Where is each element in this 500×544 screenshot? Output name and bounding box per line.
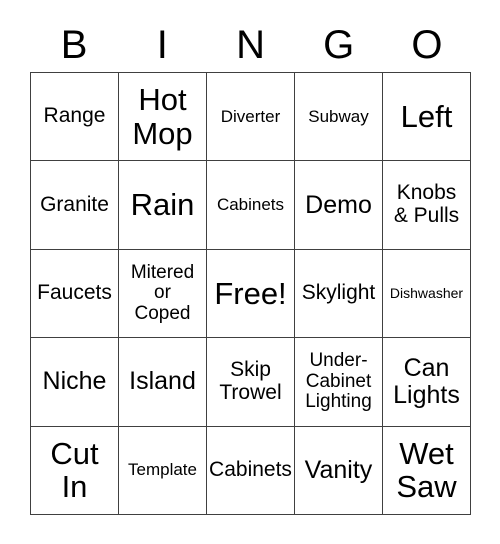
bingo-cell-b3[interactable]: Faucets	[31, 249, 119, 339]
bingo-header-letter-n: N	[236, 23, 265, 67]
bingo-row-4: Niche Island Skip Trowel Under- Cabinet …	[31, 338, 471, 427]
bingo-cell-label: Template	[128, 460, 197, 480]
bingo-cell-i3[interactable]: Mitered or Coped	[119, 249, 207, 339]
bingo-cell-label: Hot Mop	[132, 82, 193, 151]
bingo-header-letter-i: I	[156, 23, 168, 67]
bingo-row-1: Range Hot Mop Diverter Subway Left	[31, 73, 471, 162]
bingo-cell-label: Niche	[42, 367, 107, 396]
bingo-cell-n5[interactable]: Cabinets	[207, 426, 295, 516]
bingo-cell-b4[interactable]: Niche	[31, 338, 119, 427]
bingo-cell-label: Range	[43, 104, 106, 128]
bingo-header-letter-o: O	[411, 23, 443, 67]
bingo-cell-b2[interactable]: Granite	[31, 161, 119, 250]
bingo-cell-free-space[interactable]: Free!	[207, 249, 295, 339]
bingo-cell-label: Skip Trowel	[219, 358, 282, 404]
bingo-cell-n1[interactable]: Diverter	[207, 73, 295, 162]
bingo-header-letter-g: G	[323, 23, 355, 67]
bingo-cell-label: Mitered or Coped	[130, 261, 195, 324]
bingo-cell-label: Knobs & Pulls	[393, 181, 460, 228]
bingo-cell-n2[interactable]: Cabinets	[207, 161, 295, 250]
bingo-cell-o3[interactable]: Dishwasher	[383, 249, 471, 339]
bingo-cell-g5[interactable]: Vanity	[295, 426, 383, 516]
bingo-cell-label: Island	[129, 367, 196, 396]
bingo-cell-g1[interactable]: Subway	[295, 73, 383, 162]
bingo-cell-o4[interactable]: Can Lights	[383, 338, 471, 427]
bingo-cell-g3[interactable]: Skylight	[295, 249, 383, 339]
bingo-cell-label: Under- Cabinet Lighting	[305, 350, 372, 413]
bingo-cell-label: Left	[400, 98, 453, 134]
bingo-cell-label: Skylight	[301, 281, 376, 305]
bingo-header: B I N G O	[30, 18, 471, 72]
bingo-cell-label: Subway	[308, 106, 369, 126]
bingo-cell-label: Rain	[130, 187, 195, 223]
bingo-cell-label: Wet Saw	[396, 435, 457, 505]
bingo-cell-n4[interactable]: Skip Trowel	[207, 338, 295, 427]
bingo-cell-b5[interactable]: Cut In	[31, 426, 119, 516]
bingo-cell-i4[interactable]: Island	[119, 338, 207, 427]
bingo-cell-label: Diverter	[220, 106, 281, 126]
bingo-cell-o5[interactable]: Wet Saw	[383, 426, 471, 516]
bingo-cell-label: Cut In	[50, 435, 99, 505]
bingo-cell-b1[interactable]: Range	[31, 73, 119, 162]
bingo-card: B I N G O Range Hot Mop Diverter Subway …	[0, 0, 500, 544]
bingo-cell-o2[interactable]: Knobs & Pulls	[383, 161, 471, 250]
bingo-cell-o1[interactable]: Left	[383, 73, 471, 162]
bingo-row-3: Faucets Mitered or Coped Free! Skylight …	[31, 249, 471, 339]
bingo-cell-i1[interactable]: Hot Mop	[119, 73, 207, 162]
bingo-cell-label: Dishwasher	[389, 284, 464, 301]
bingo-row-2: Granite Rain Cabinets Demo Knobs & Pulls	[31, 161, 471, 250]
bingo-row-5: Cut In Template Cabinets Vanity Wet Saw	[31, 426, 471, 516]
bingo-cell-g2[interactable]: Demo	[295, 161, 383, 250]
bingo-header-letter-b: B	[60, 23, 88, 67]
bingo-cell-label: Granite	[40, 192, 109, 216]
bingo-cell-label: Can Lights	[393, 353, 460, 409]
bingo-cell-label: Demo	[305, 190, 372, 219]
bingo-cell-label: Faucets	[37, 281, 112, 305]
bingo-cell-label: Vanity	[304, 455, 373, 484]
bingo-cell-i5[interactable]: Template	[119, 426, 207, 516]
bingo-grid: Range Hot Mop Diverter Subway Left Grani…	[30, 72, 471, 516]
bingo-cell-label: Cabinets	[216, 194, 285, 214]
bingo-cell-label: Cabinets	[209, 457, 292, 481]
bingo-cell-g4[interactable]: Under- Cabinet Lighting	[295, 338, 383, 427]
bingo-cell-label: Free!	[214, 275, 287, 311]
bingo-cell-i2[interactable]: Rain	[119, 161, 207, 250]
